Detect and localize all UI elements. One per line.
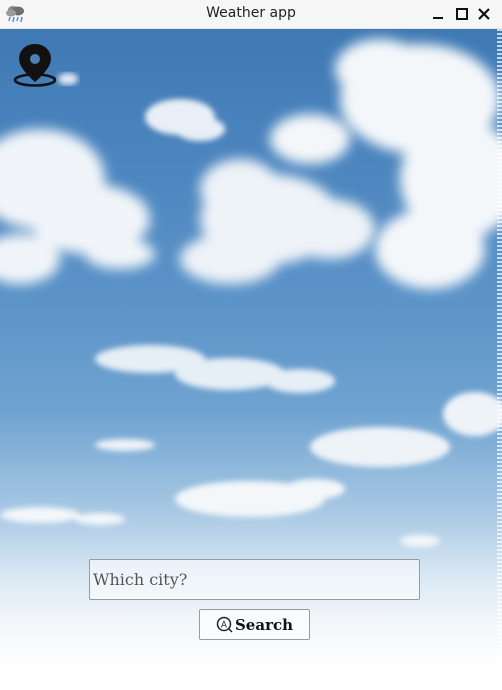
search-button-label: Search bbox=[234, 615, 294, 634]
minimize-icon[interactable] bbox=[430, 6, 446, 22]
city-search-input[interactable] bbox=[89, 559, 420, 600]
maximize-icon[interactable] bbox=[454, 6, 470, 22]
map-pin-icon[interactable] bbox=[11, 42, 59, 90]
svg-text:A: A bbox=[221, 621, 228, 631]
bottom-strip bbox=[0, 667, 502, 690]
title-bar: Weather app bbox=[0, 0, 502, 29]
search-icon: A bbox=[216, 616, 233, 633]
window-title: Weather app bbox=[206, 5, 296, 21]
window-edge bbox=[497, 29, 502, 669]
close-icon[interactable] bbox=[476, 6, 492, 22]
search-button[interactable]: A Search bbox=[199, 609, 310, 640]
